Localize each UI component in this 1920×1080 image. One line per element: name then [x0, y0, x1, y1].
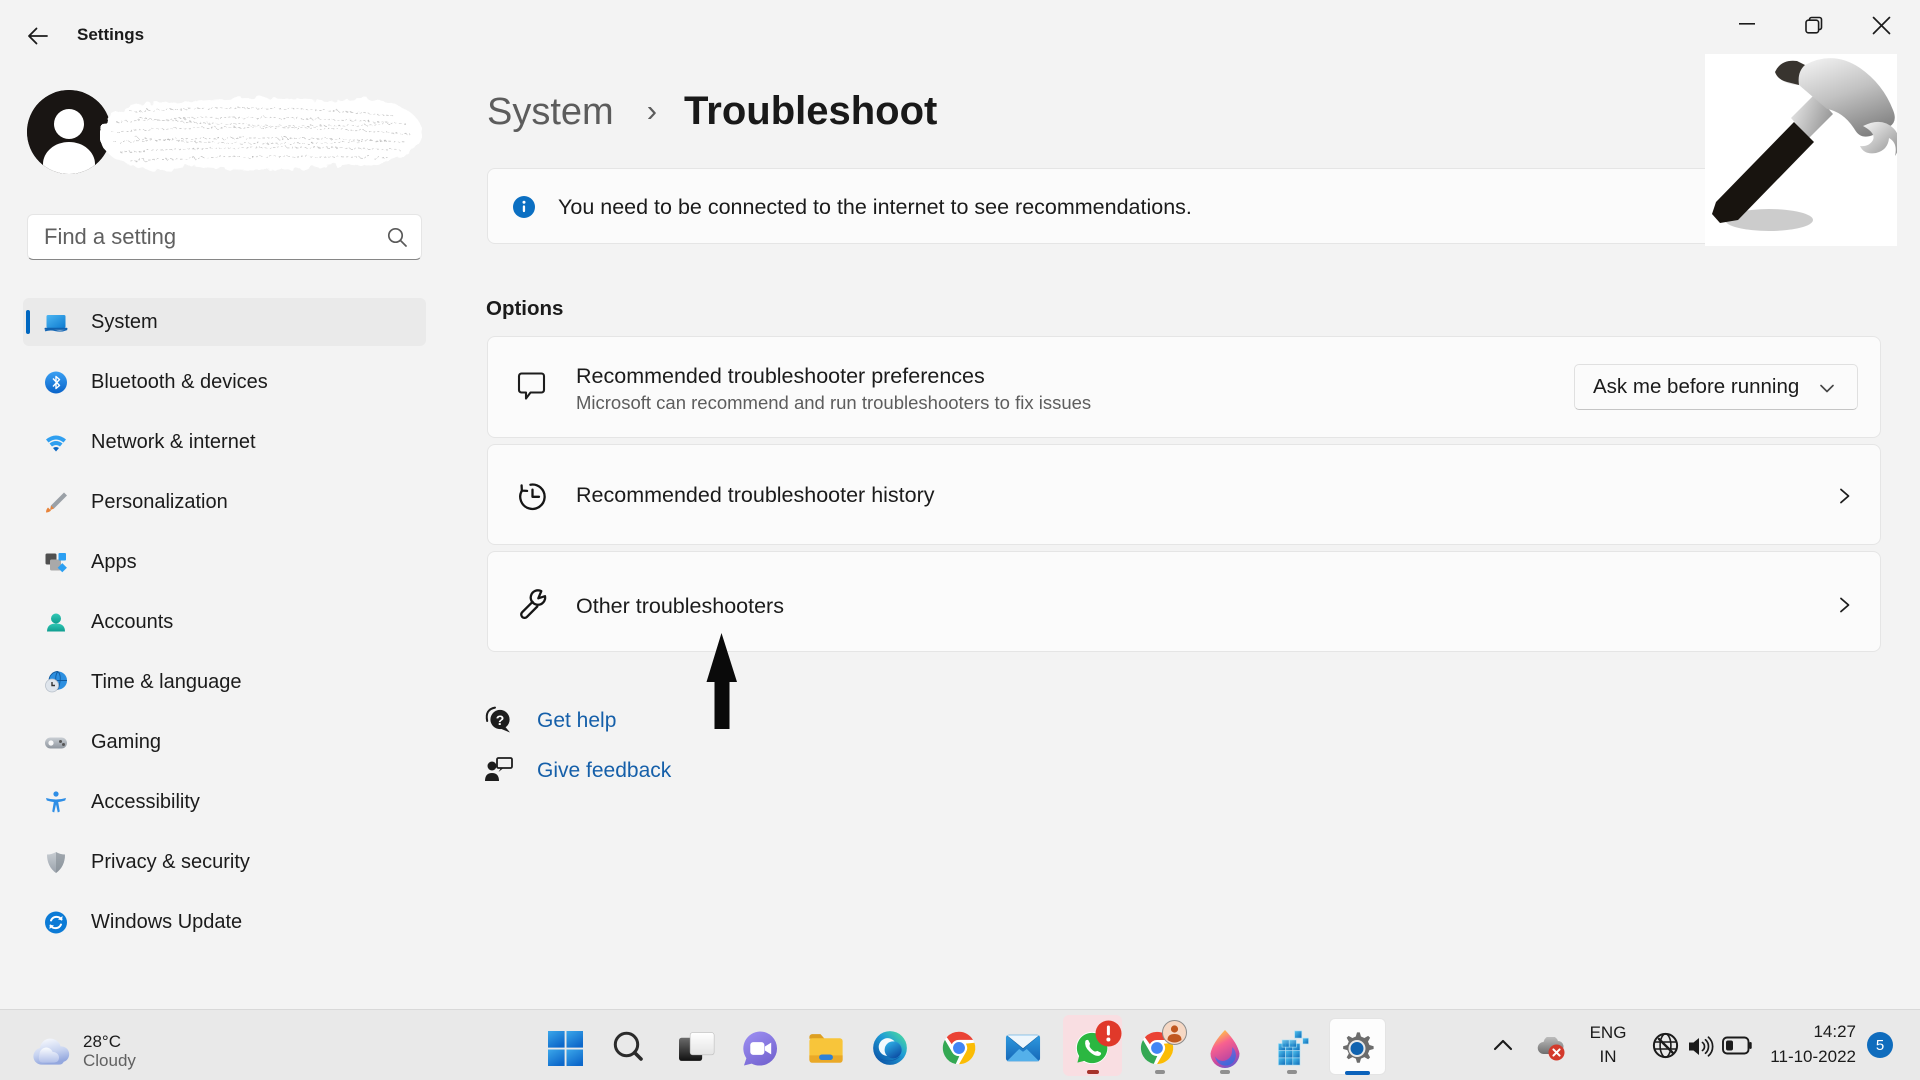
svg-text:?: ? — [496, 712, 505, 728]
